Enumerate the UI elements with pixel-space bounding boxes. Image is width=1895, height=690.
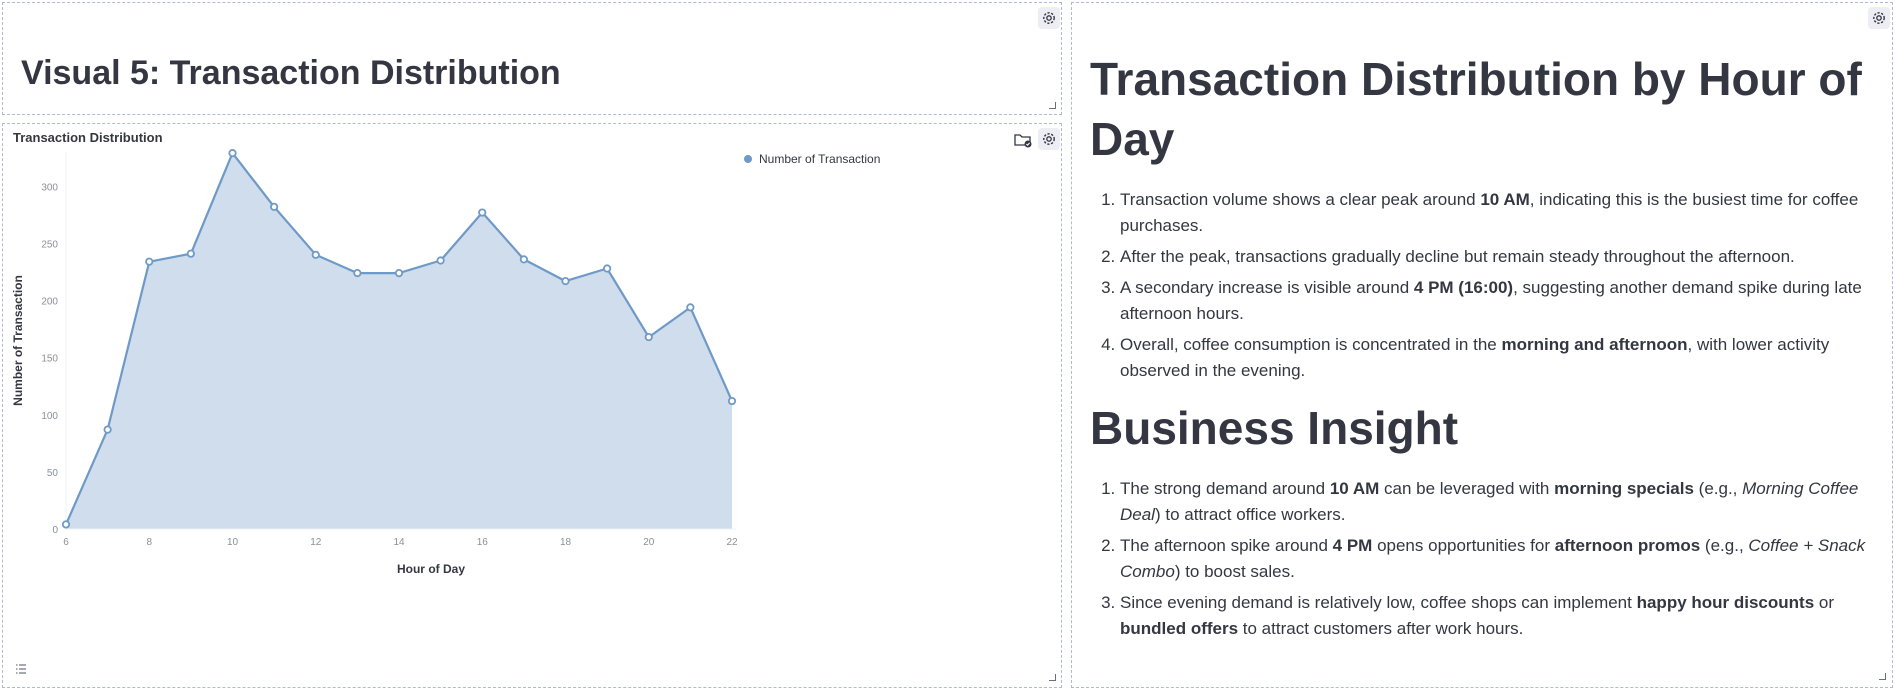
x-tick-label: 10 — [227, 537, 239, 548]
y-tick-label: 150 — [41, 354, 58, 365]
list-item: Transaction volume shows a clear peak ar… — [1120, 187, 1880, 239]
data-point — [270, 202, 279, 211]
list-text: Overall, coffee consumption is concentra… — [1120, 335, 1502, 354]
data-point — [478, 208, 487, 217]
data-point — [686, 303, 695, 312]
data-point — [353, 268, 362, 278]
list-text: The afternoon spike around — [1120, 536, 1333, 555]
list-text: ) to boost sales. — [1174, 562, 1295, 581]
list-item: The strong demand around 10 AM can be le… — [1120, 476, 1880, 528]
chart-title: Transaction Distribution — [13, 130, 163, 145]
legend-label: Number of Transaction — [759, 152, 880, 166]
resize-handle-icon[interactable] — [1049, 674, 1056, 681]
bold-text: 10 AM — [1480, 190, 1530, 209]
list-text: A secondary increase is visible around — [1120, 278, 1414, 297]
business-insight-list: The strong demand around 10 AM can be le… — [1090, 476, 1880, 642]
resize-handle-icon[interactable] — [1879, 673, 1886, 680]
bold-text: 10 AM — [1329, 479, 1380, 498]
x-tick-label: 18 — [560, 537, 572, 548]
bold-text: 4 PM (16:00) — [1413, 278, 1514, 297]
y-tick-label: 0 — [52, 525, 58, 536]
panel-heading: Visual 5: Transaction Distribution — [21, 54, 561, 92]
data-point — [519, 255, 528, 264]
list-text: opens opportunities for — [1372, 536, 1555, 555]
list-text: Since evening demand is relatively low, … — [1120, 593, 1637, 612]
title-panel: Visual 5: Transaction Distribution — [2, 2, 1062, 115]
x-tick-label: 12 — [310, 537, 322, 548]
markdown-content: Transaction Distribution by Hour of Day … — [1090, 49, 1880, 650]
bold-text: happy hour discounts — [1636, 593, 1815, 612]
gear-icon[interactable] — [1038, 7, 1060, 29]
chart-canvas: 0 50 100 150 200 250 300 6 8 10 12 14 16 18 20 22 Hour o… — [11, 149, 880, 576]
x-tick-label: 22 — [726, 537, 738, 548]
bold-text: 4 PM — [1332, 536, 1373, 555]
data-point — [644, 332, 653, 342]
list-item: The afternoon spike around 4 PM opens op… — [1120, 533, 1880, 585]
markdown-heading-2: Business Insight — [1090, 402, 1459, 454]
x-tick-label: 6 — [63, 537, 69, 548]
list-text: to attract customers after work hours. — [1238, 619, 1524, 638]
y-axis-title: Number of Transaction — [11, 275, 25, 406]
y-tick-label: 50 — [47, 468, 59, 479]
resize-handle-icon[interactable] — [1049, 102, 1056, 109]
y-tick-label: 300 — [41, 182, 58, 193]
list-text: can be leveraged with — [1379, 479, 1555, 498]
x-tick-label: 8 — [146, 537, 152, 548]
list-icon[interactable] — [13, 661, 29, 677]
chart-panel: Transaction Distribution 0 50 100 150 200 250… — [2, 123, 1062, 688]
list-text: Transaction volume shows a clear peak ar… — [1120, 190, 1481, 209]
list-text: The strong demand around — [1120, 479, 1330, 498]
x-tick-label: 16 — [477, 537, 489, 548]
data-point — [436, 256, 445, 265]
markdown-heading-1: Transaction Distribution by Hour of Day — [1090, 53, 1862, 165]
data-point — [727, 396, 737, 406]
data-point — [103, 425, 112, 434]
data-point — [603, 264, 612, 273]
bold-text: morning and afternoon — [1501, 335, 1688, 354]
data-point — [394, 268, 404, 278]
list-text: (e.g., — [1693, 479, 1743, 498]
list-text: or — [1814, 593, 1834, 612]
y-tick-label: 200 — [41, 297, 58, 308]
bold-text: afternoon promos — [1554, 536, 1701, 555]
y-tick-label: 250 — [41, 239, 58, 250]
y-tick-label: 100 — [41, 411, 58, 422]
bold-text: bundled offers — [1120, 619, 1239, 638]
x-tick-label: 20 — [643, 537, 655, 548]
data-point — [145, 257, 154, 266]
bold-text: morning specials — [1554, 479, 1694, 498]
area-fill — [66, 153, 732, 529]
data-point — [186, 249, 195, 258]
list-item: Since evening demand is relatively low, … — [1120, 590, 1880, 642]
markdown-panel: Transaction Distribution by Hour of Day … — [1071, 2, 1893, 688]
list-item: After the peak, transactions gradually d… — [1120, 244, 1880, 270]
data-point — [228, 149, 237, 158]
x-axis-title: Hour of Day — [397, 562, 465, 576]
list-item: Overall, coffee consumption is concentra… — [1120, 332, 1880, 384]
insight-list: Transaction volume shows a clear peak ar… — [1090, 187, 1880, 384]
list-text: (e.g., — [1700, 536, 1749, 555]
gear-icon[interactable] — [1868, 7, 1890, 29]
x-tick-label: 14 — [393, 537, 405, 548]
list-text: ) to attract office workers. — [1154, 505, 1346, 524]
data-point — [311, 250, 320, 259]
list-item: A secondary increase is visible around 4… — [1120, 275, 1880, 327]
list-text: After the peak, transactions gradually d… — [1120, 247, 1795, 266]
data-point — [61, 520, 71, 529]
data-point — [561, 276, 570, 286]
legend-marker — [744, 155, 752, 163]
